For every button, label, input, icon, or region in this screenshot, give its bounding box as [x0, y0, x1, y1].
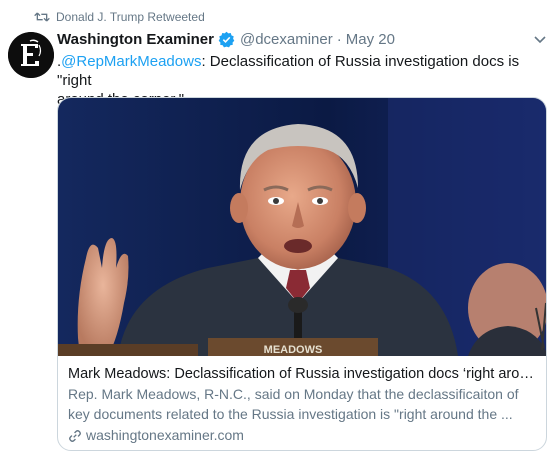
retweet-context[interactable]: Donald J. Trump Retweeted: [34, 10, 205, 24]
card-link[interactable]: washingtonexaminer.com: [68, 426, 540, 445]
mention-link[interactable]: @RepMarkMeadows: [61, 53, 201, 70]
retweet-text[interactable]: Donald J. Trump Retweeted: [56, 10, 205, 24]
tweet[interactable]: Donald J. Trump Retweeted Washington Exa…: [0, 0, 554, 455]
card-description: Rep. Mark Meadows, R-N.C., said on Monda…: [68, 386, 519, 402]
nameplate-text: MEADOWS: [264, 344, 323, 356]
card-domain[interactable]: washingtonexaminer.com: [86, 426, 244, 445]
card-description-line2: key documents related to the Russia inve…: [68, 406, 513, 422]
tweet-date[interactable]: May 20: [346, 31, 395, 48]
link-icon: [69, 429, 81, 442]
washington-examiner-logo: [8, 32, 54, 78]
separator: ·: [336, 31, 342, 48]
chevron-down-icon[interactable]: [534, 36, 546, 44]
card-body[interactable]: Mark Meadows: Declassification of Russia…: [68, 364, 540, 445]
card-title[interactable]: Mark Meadows: Declassification of Russia…: [68, 364, 540, 384]
handle[interactable]: @dcexaminer: [240, 31, 333, 48]
tweet-header: Washington Examiner @dcexaminer · May 20: [57, 31, 395, 48]
retweet-icon: [34, 12, 50, 22]
verified-badge-icon: [218, 31, 235, 48]
display-name[interactable]: Washington Examiner: [57, 31, 214, 48]
card-image[interactable]: MEADOWS: [58, 98, 547, 356]
avatar[interactable]: [8, 32, 54, 78]
link-card[interactable]: MEADOWS Mark Meadows: Declassification o…: [57, 97, 547, 451]
